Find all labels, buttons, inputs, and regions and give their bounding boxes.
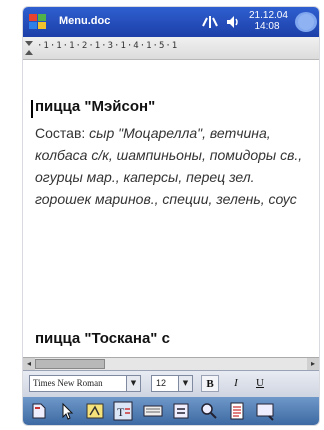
ruler-scale: ·1·1·1·2·1·3·1·4·1·5·1 bbox=[37, 41, 179, 51]
tools-toolbar: T bbox=[23, 397, 319, 425]
clock-date: 21.12.04 bbox=[249, 10, 288, 21]
zoom-icon[interactable] bbox=[199, 401, 219, 421]
font-size-select[interactable]: 12 ▼ bbox=[151, 375, 193, 392]
windows-start-icon[interactable] bbox=[27, 11, 49, 33]
ruler[interactable]: ·1·1·1·2·1·3·1·4·1·5·1 bbox=[23, 37, 319, 60]
document-area[interactable]: пицца "Мэйсон" Состав: сыр "Моцарелла", … bbox=[23, 60, 319, 357]
close-icon bbox=[298, 14, 314, 30]
font-name-value: Times New Roman bbox=[33, 378, 103, 388]
bold-button[interactable]: B bbox=[201, 375, 219, 392]
font-size-value: 12 bbox=[156, 378, 167, 388]
text-format-icon[interactable]: T bbox=[113, 401, 133, 421]
heading-pizza-toscana: пицца "Тоскана" с bbox=[35, 330, 170, 347]
scroll-thumb[interactable] bbox=[35, 359, 105, 369]
font-name-select[interactable]: Times New Roman ▼ bbox=[29, 375, 141, 392]
pointer-icon[interactable] bbox=[57, 401, 77, 421]
keyboard-icon[interactable] bbox=[143, 401, 163, 421]
chevron-down-icon[interactable]: ▼ bbox=[178, 376, 192, 391]
horizontal-scrollbar[interactable]: ◂ ▸ bbox=[23, 357, 319, 370]
title-bar: Menu.doc 21.12.04 14:08 bbox=[23, 7, 319, 37]
underline-button[interactable]: U bbox=[251, 375, 269, 392]
list-icon[interactable] bbox=[171, 401, 191, 421]
composition-paragraph: Состав: сыр "Моцарелла", ветчина, колбас… bbox=[35, 122, 311, 210]
clock[interactable]: 21.12.04 14:08 bbox=[249, 10, 288, 32]
volume-icon[interactable] bbox=[225, 14, 241, 30]
clock-time: 14:08 bbox=[254, 21, 280, 32]
scroll-left-icon[interactable]: ◂ bbox=[23, 358, 35, 370]
new-icon[interactable] bbox=[29, 401, 49, 421]
italic-button[interactable]: I bbox=[227, 375, 245, 392]
app-title: Menu.doc bbox=[59, 15, 111, 27]
close-button[interactable] bbox=[295, 12, 317, 32]
connectivity-icon[interactable] bbox=[201, 14, 219, 30]
composition-label: Состав: bbox=[35, 125, 86, 141]
chevron-down-icon[interactable]: ▼ bbox=[126, 376, 140, 391]
svg-text:T: T bbox=[117, 405, 125, 419]
text-cursor bbox=[31, 100, 33, 118]
scroll-right-icon[interactable]: ▸ bbox=[307, 358, 319, 370]
indent-marker-icon[interactable] bbox=[25, 40, 33, 55]
pocket-pc-screen: Menu.doc 21.12.04 14:08 ·1·1·1·2·1·3·1·4… bbox=[22, 6, 320, 426]
highlight-icon[interactable] bbox=[85, 401, 105, 421]
outline-icon[interactable] bbox=[227, 401, 247, 421]
formatting-toolbar: Times New Roman ▼ 12 ▼ B I U bbox=[23, 370, 319, 397]
heading-pizza-meyson: пицца "Мэйсон" bbox=[35, 98, 156, 115]
menu-icon[interactable] bbox=[255, 401, 275, 421]
